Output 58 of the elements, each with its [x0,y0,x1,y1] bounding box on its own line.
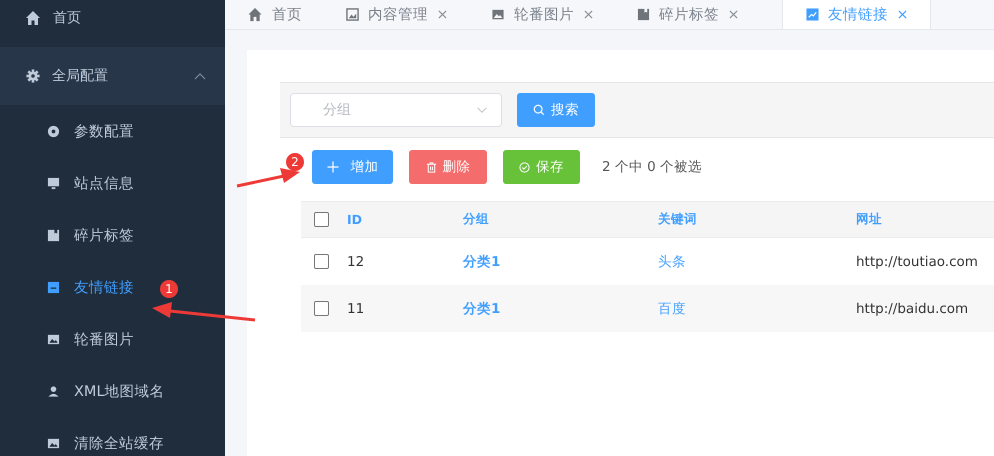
gear-icon [26,69,40,83]
home-icon [25,10,41,26]
column-header: 关键词 [658,211,698,228]
table-cell-text: 分类1 [463,300,502,318]
check-circle-icon [519,162,530,172]
table-cell-text: 头条 [658,252,687,270]
annotation-arrow [236,168,300,188]
close-icon[interactable] [438,10,447,19]
search-icon [533,104,545,116]
image-icon [491,8,505,20]
user-icon [47,384,60,398]
chart-icon [806,8,819,21]
menu-item[interactable]: XML地图域名 [0,365,165,417]
group-select[interactable]: 分组 [290,93,502,127]
chevron-icon [476,107,488,114]
page-tab[interactable]: 友情链接 [782,0,931,29]
plus-icon [326,161,338,173]
menu-item[interactable]: 站点信息 [0,157,134,209]
table-cell-text: http://toutiao.com [856,254,979,270]
trash-icon [426,162,436,172]
row-checkbox[interactable] [314,254,328,269]
bookmark-icon [637,8,650,21]
page-tab[interactable]: 内容管理 [346,0,469,29]
page-tab[interactable]: 首页 [247,0,324,29]
row-checkbox[interactable] [314,301,328,316]
image-icon [47,436,60,450]
table-cell-text: http://baidu.com [856,300,970,316]
menu-item[interactable]: 首页 [0,0,225,35]
column-header: ID [346,212,364,227]
close-icon[interactable] [729,10,738,19]
picture-icon [346,8,359,21]
column-header: 网址 [856,211,883,228]
page-tab[interactable]: 碎片标签 [637,0,760,29]
disc-icon [47,124,60,138]
menu-item[interactable]: 碎片标签 [0,209,134,261]
bookmark-icon [47,228,60,242]
menu-item[interactable]: 清除全站缓存 [0,417,164,456]
monitor-icon [47,176,60,190]
select-all-checkbox[interactable] [314,212,328,227]
close-icon[interactable] [584,10,593,19]
menu-item[interactable]: 参数配置 [0,105,134,157]
table-cell-text: 11 [346,300,366,316]
image-icon [47,332,60,346]
table-cell-text: 分类1 [463,252,502,270]
column-header: 分组 [463,211,490,228]
add-button[interactable]: 增加 [312,150,393,184]
table-cell-text: 百度 [658,300,687,318]
menu-item[interactable]: 友情链接 [0,261,134,313]
home-icon [247,7,263,22]
table-cell-text: 12 [346,254,366,270]
close-icon[interactable] [898,10,907,19]
search-button[interactable]: 搜索 [517,93,595,127]
selection-count: 2 个中 0 个被选 [602,158,702,176]
menu-group-header[interactable]: 全局配置 [0,47,225,105]
menu-item[interactable]: 轮番图片 [0,313,134,365]
page-tab[interactable]: 轮番图片 [491,0,615,29]
delete-button[interactable]: 删除 [409,150,487,184]
document-icon [47,280,60,294]
